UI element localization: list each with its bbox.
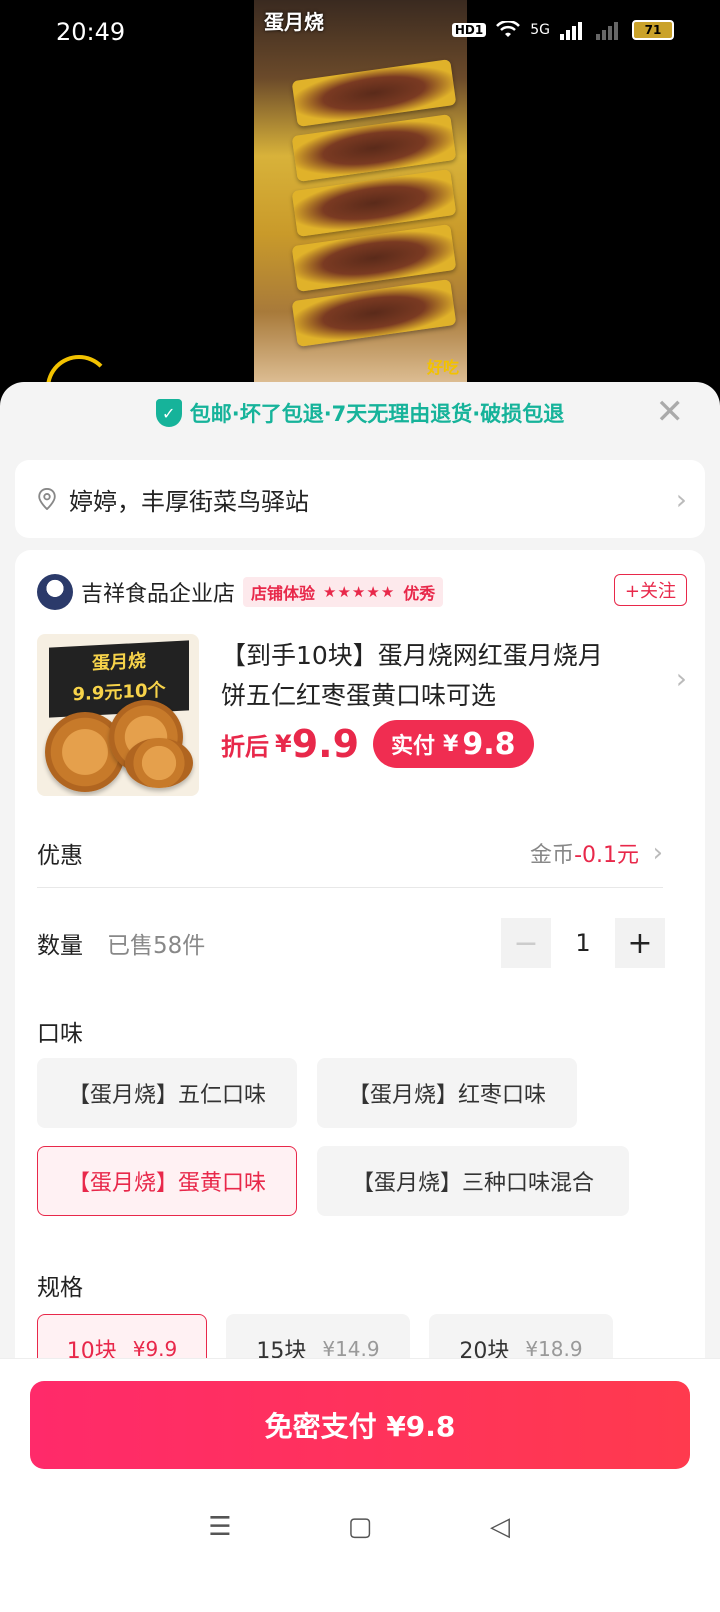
flavor-option-selected[interactable]: 【蛋月烧】蛋黄口味: [37, 1146, 297, 1216]
quantity-label: 数量: [37, 933, 83, 959]
store-avatar: [37, 574, 73, 610]
product-image[interactable]: 蛋月烧 9.9元10个: [37, 634, 199, 796]
discount-label: 优惠: [37, 842, 83, 869]
video-sticker: 好吃: [426, 358, 459, 377]
back-icon[interactable]: ◁: [485, 1512, 515, 1542]
discount-prefix: 金币: [530, 842, 575, 868]
store-badge-label: 店铺体验: [251, 584, 316, 603]
store-name: 吉祥食品企业店: [81, 582, 236, 607]
price-row: 折后 ¥ 9.9 实付 ¥ 9.8: [221, 720, 534, 768]
follow-button[interactable]: +关注: [613, 574, 687, 606]
flavor-option[interactable]: 【蛋月烧】三种口味混合: [317, 1146, 629, 1216]
price-value: 9.9: [291, 722, 360, 766]
chevron-right-icon: ›: [675, 482, 687, 516]
actual-pay-currency: ¥: [443, 731, 459, 757]
status-icons: HD1 5G 71: [451, 20, 674, 40]
bottom-bar: 免密支付 ¥9.8 ☰ ▢ ◁: [0, 1358, 720, 1612]
status-time: 20:49: [56, 18, 126, 46]
chevron-right-icon: ›: [652, 837, 663, 868]
discount-row[interactable]: 优惠 金币-0.1元 ›: [37, 818, 663, 888]
guarantee-text: 包邮·坏了包退·7天无理由退货·破损包退: [189, 402, 565, 426]
flavor-option[interactable]: 【蛋月烧】五仁口味: [37, 1058, 297, 1128]
mooncake-image: [125, 738, 193, 788]
signal-2-icon: [596, 22, 618, 40]
quantity-stepper: − 1 +: [501, 918, 665, 968]
menu-icon[interactable]: ☰: [205, 1512, 235, 1542]
wifi-icon: [496, 21, 521, 37]
signal-icon: [560, 22, 582, 40]
price-currency: ¥: [275, 730, 292, 758]
status-bar: 20:49 HD1 5G 71: [0, 0, 720, 64]
increment-button[interactable]: +: [615, 918, 665, 968]
system-nav-bar: ☰ ▢ ◁: [0, 1499, 720, 1555]
store-rating-word: 优秀: [403, 584, 436, 603]
actual-pay-label: 实付: [391, 734, 436, 759]
address-selector[interactable]: 婷婷，丰厚街菜鸟驿站 ›: [15, 460, 705, 538]
store-rating-badge: 店铺体验 ★★★★★ 优秀: [243, 577, 444, 607]
decrement-button[interactable]: −: [501, 918, 551, 968]
actual-pay-badge: 实付 ¥ 9.8: [373, 720, 534, 768]
sold-count: 已售58件: [107, 933, 206, 959]
discount-value: 金币-0.1元: [530, 837, 639, 869]
quantity-value[interactable]: 1: [551, 929, 615, 957]
location-pin-icon: [38, 488, 56, 510]
product-card: 吉祥食品企业店 店铺体验 ★★★★★ 优秀 +关注 蛋月烧 9.9元10个 【到…: [15, 550, 705, 1450]
chevron-right-icon: ›: [675, 662, 687, 695]
discount-amount: -0.1元: [574, 842, 639, 868]
password-free-pay-button[interactable]: 免密支付 ¥9.8: [30, 1381, 690, 1469]
home-icon[interactable]: ▢: [345, 1512, 375, 1542]
shield-check-icon: ✓: [155, 399, 182, 427]
box-label-line2: 9.9元10个: [72, 679, 166, 706]
hd-voice-icon: HD1: [451, 23, 487, 37]
address-text: 婷婷，丰厚街菜鸟驿站: [69, 487, 309, 516]
spec-title: 规格: [37, 1275, 83, 1301]
product-box-label: 蛋月烧 9.9元10个: [49, 640, 189, 718]
price-label: 折后: [221, 732, 269, 761]
flavor-option[interactable]: 【蛋月烧】红枣口味: [317, 1058, 577, 1128]
guarantee-banner: ✓ 包邮·坏了包退·7天无理由退货·破损包退: [0, 382, 720, 444]
close-icon[interactable]: ✕: [656, 392, 685, 432]
product-title[interactable]: 【到手10块】蛋月烧网红蛋月烧月饼五仁红枣蛋黄口味可选: [221, 636, 621, 716]
star-rating-icon: ★★★★★: [323, 583, 396, 601]
actual-pay-value: 9.8: [462, 726, 516, 762]
network-type-icon: 5G: [530, 22, 550, 38]
battery-icon: 71: [632, 20, 674, 40]
flavor-title: 口味: [37, 1021, 83, 1047]
quantity-row: 数量 已售58件 − 1 +: [37, 916, 665, 970]
store-row[interactable]: 吉祥食品企业店 店铺体验 ★★★★★ 优秀 +关注: [37, 572, 687, 612]
